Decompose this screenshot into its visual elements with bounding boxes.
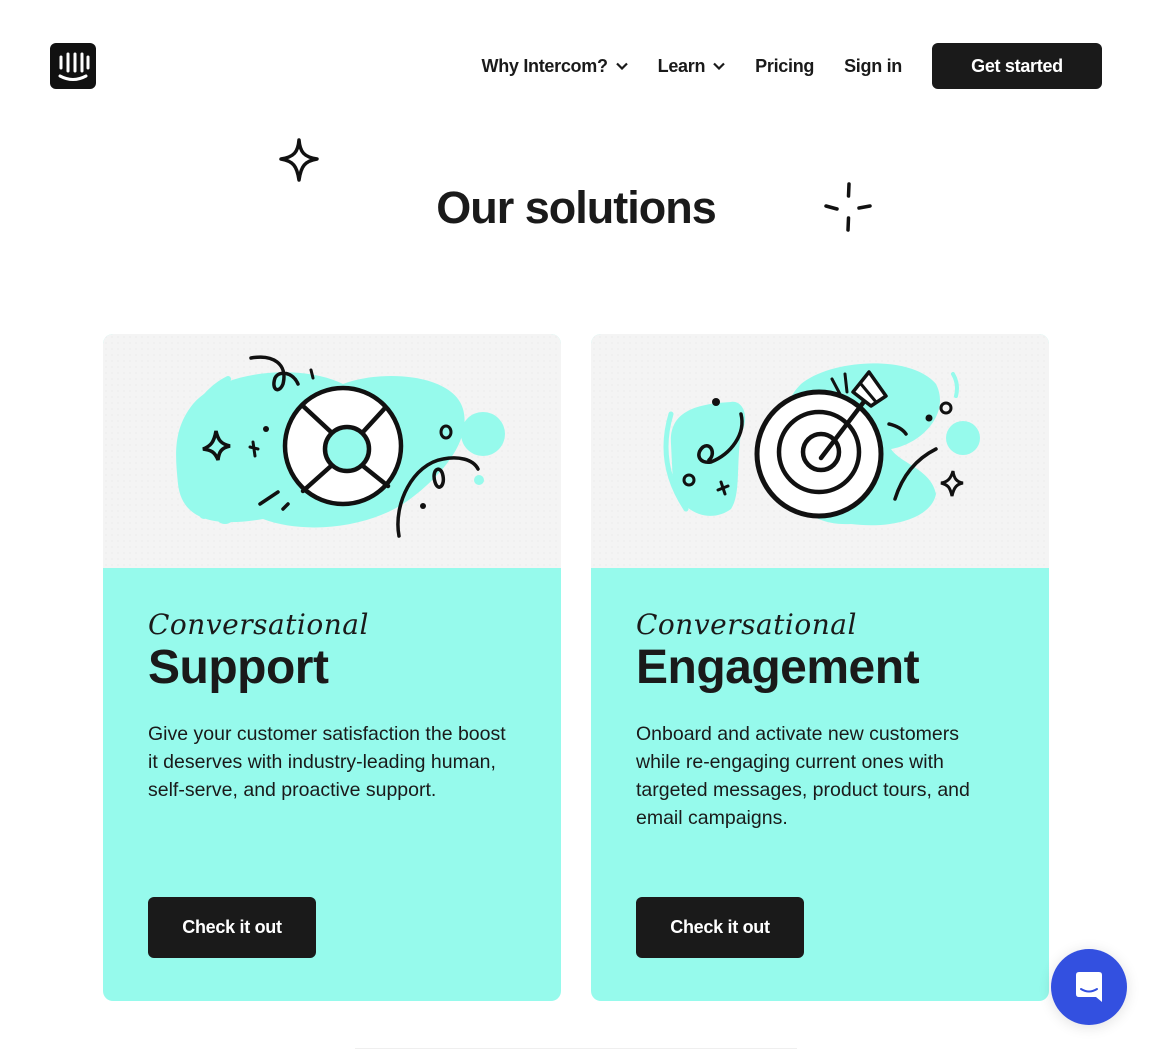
nav-learn[interactable]: Learn bbox=[658, 56, 726, 77]
sparkle-icon bbox=[279, 138, 319, 182]
divider bbox=[355, 1048, 797, 1049]
solution-card-support: Conversational Support Give your custome… bbox=[103, 334, 561, 1001]
nav-label: Why Intercom? bbox=[481, 55, 608, 76]
nav-label: Learn bbox=[657, 55, 706, 76]
nav-label: Sign in bbox=[844, 55, 902, 76]
card-kicker: Conversational bbox=[636, 608, 857, 641]
nav-why-intercom[interactable]: Why Intercom? bbox=[482, 56, 628, 77]
card-description: Onboard and activate new customers while… bbox=[636, 723, 970, 829]
twinkle-icon bbox=[824, 182, 872, 232]
check-it-out-button[interactable]: Check it out bbox=[636, 897, 804, 958]
intercom-logo-icon bbox=[58, 52, 90, 81]
section-title: Our solutions bbox=[436, 182, 717, 233]
check-it-out-button[interactable]: Check it out bbox=[148, 897, 316, 958]
chevron-down-icon bbox=[615, 62, 628, 70]
main-nav: Why Intercom? Learn Pricing Sign in Get … bbox=[482, 43, 1102, 89]
chevron-down-icon bbox=[713, 62, 725, 70]
nav-pricing[interactable]: Pricing bbox=[755, 56, 814, 77]
card-heading: Support bbox=[148, 641, 329, 694]
nav-label: Pricing bbox=[755, 55, 815, 76]
intercom-logo[interactable] bbox=[50, 43, 96, 89]
card-description: Give your customer satisfaction the boos… bbox=[148, 723, 506, 801]
card-kicker: Conversational bbox=[148, 608, 369, 641]
solution-card-engagement: Conversational Engagement Onboard and ac… bbox=[591, 334, 1049, 1001]
target-arrow-icon bbox=[663, 363, 980, 526]
card-heading: Engagement bbox=[636, 641, 920, 694]
nav-sign-in[interactable]: Sign in bbox=[844, 56, 902, 77]
messenger-launcher[interactable] bbox=[1051, 949, 1127, 1025]
get-started-button[interactable]: Get started bbox=[932, 43, 1102, 89]
chat-bubble-icon bbox=[1076, 972, 1102, 1002]
card-illustration bbox=[591, 334, 1049, 568]
card-illustration bbox=[103, 334, 561, 568]
lifebuoy-icon bbox=[176, 355, 505, 538]
